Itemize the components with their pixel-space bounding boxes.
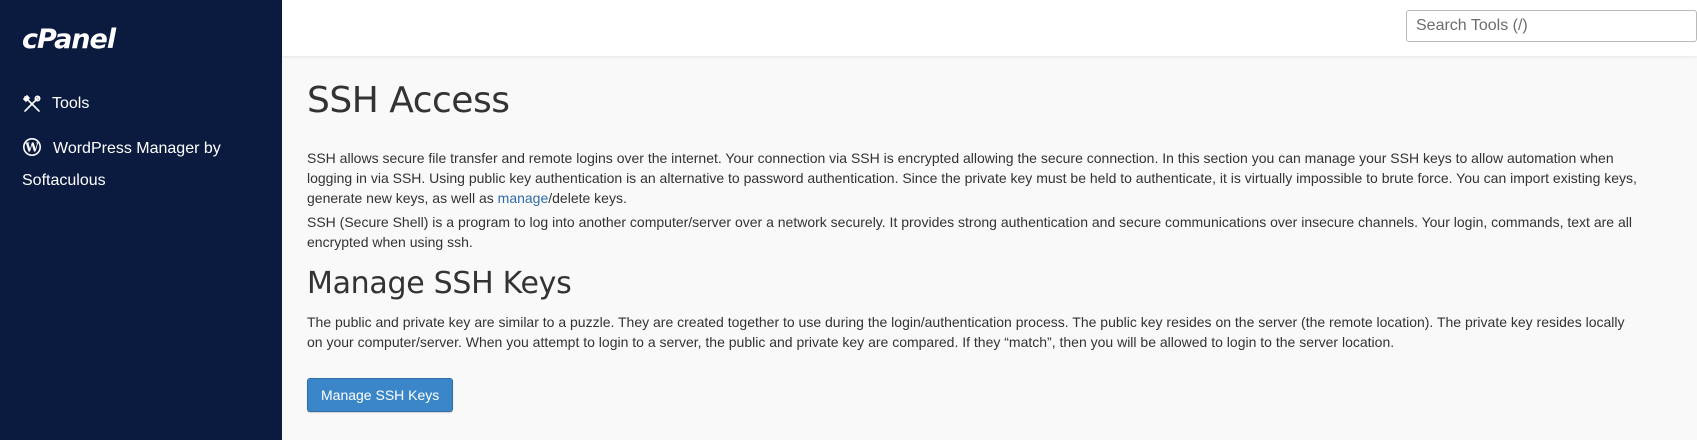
manage-link[interactable]: manage [498,190,549,206]
manage-ssh-keys-button[interactable]: Manage SSH Keys [307,378,454,412]
wordpress-icon: W [22,137,42,157]
intro-paragraph: SSH allows secure file transfer and remo… [307,148,1637,208]
section-description: The public and private key are similar t… [307,314,1625,350]
ssh-description: SSH (Secure Shell) is a program to log i… [307,214,1632,250]
sidebar-item-tools[interactable]: Tools [22,88,89,120]
search-tools-input[interactable] [1406,10,1697,42]
sidebar-item-wordpress-manager[interactable]: W WordPress Manager by Softaculous [22,133,262,197]
sidebar-item-label: WordPress Manager by Softaculous [22,140,221,189]
section-title: Manage SSH Keys [307,266,572,301]
page-title: SSH Access [307,80,510,121]
tools-icon [22,94,42,114]
svg-text:W: W [24,140,39,154]
sidebar-item-label: Tools [52,95,90,112]
app-window: cPanel Tools W WordPress Manager by Soft… [0,0,1697,440]
top-bar [282,0,1697,56]
intro-text-end: /delete keys. [548,190,627,206]
sidebar: cPanel Tools W WordPress Manager by Soft… [0,0,282,440]
cpanel-logo[interactable]: cPanel [22,24,116,55]
